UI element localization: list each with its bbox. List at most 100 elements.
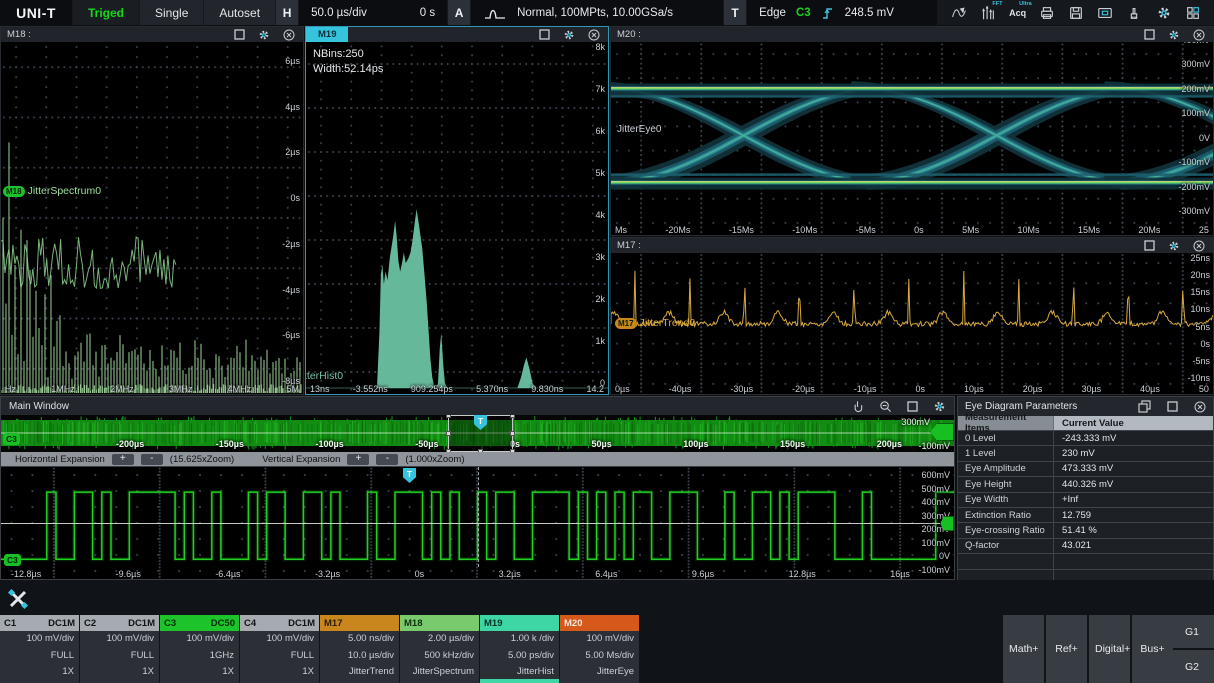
channel-card-header: C2 DC1M [80,615,159,631]
channel-scale: 2.00 µs/div [400,631,479,648]
panel-m18-title: M18 : [7,29,31,40]
channel-function: 1X [80,664,159,681]
channel-function: JitterEye [560,664,639,681]
add-function-button[interactable]: Math+ [1003,615,1044,683]
panel-m18-titlebar[interactable]: M18 : [1,27,303,42]
maximize-icon[interactable] [1144,240,1155,251]
channel-function: 1X [240,664,319,681]
maximize-icon[interactable] [234,29,245,40]
column-header: Measurement Items [958,416,1054,430]
channel-function: 1X [160,664,239,681]
x-tick-label: 200µs [877,439,902,449]
overview-y-bottom-label: -100mV [918,441,950,451]
eye-params-table: 0 Level -243.333 mV 1 Level 230 mV Eye A… [958,431,1213,585]
measurement-value [1054,554,1213,568]
channel-card[interactable]: M17 5.00 ns/div 10.0 µs/div JitterTrend [320,615,399,683]
screen-capture-icon[interactable] [1091,1,1119,24]
channel-card-header: C1 DC1M [0,615,79,631]
panel-m17-titlebar[interactable]: M17 : [611,238,1213,253]
m19-plot[interactable]: NBins:250 Width:52.14ps 8k7k6k5k4k3k2k1k… [306,42,608,394]
main-window-titlebar[interactable]: Main Window [1,397,954,415]
clear-icon[interactable] [1120,1,1148,24]
fft-icon[interactable]: FFT [974,1,1002,24]
v-expansion-minus-button[interactable]: - [376,454,398,465]
panel-m19-titlebar[interactable]: M19 [306,27,608,42]
gear-icon[interactable] [933,400,946,413]
channel-scale: 100 mV/div [0,631,79,648]
single-button[interactable]: Single [140,0,203,25]
channel-card-strip: C1 DC1M 100 mV/div FULL 1X C2 DC1M 100 m… [0,615,639,683]
autoset-button[interactable]: Autoset [204,0,275,25]
channel-card[interactable]: C2 DC1M 100 mV/div FULL 1X [80,615,159,683]
channel-id: C2 [84,618,96,629]
close-icon[interactable] [283,29,295,41]
h-expansion-plus-button[interactable]: + [112,454,134,465]
touch-icon[interactable] [851,400,864,413]
add-function-button[interactable]: Digital+ [1089,615,1130,683]
m18-plot[interactable]: 6µs4µs2µs0s-2µs-4µs-6µs-8µs Hz1MHz2MHz3M… [1,42,303,394]
channel-card[interactable]: M18 2.00 µs/div 500 kHz/div JitterSpectr… [400,615,479,683]
gear-icon[interactable] [1168,29,1180,41]
group-button[interactable]: G2 [1170,650,1214,683]
channel-card[interactable]: M20 100 mV/div 5.00 Ms/div JitterEye [560,615,639,683]
channel-card[interactable]: M19 1.00 k /div 5.00 ps/div JitterHist [480,615,559,683]
toolbar-icon-group: FFT UltraAcq [938,0,1214,25]
cascade-icon[interactable] [1138,400,1151,413]
channel-bandwidth: 5.00 ps/div [480,648,559,665]
close-icon[interactable] [1193,29,1205,41]
panel-m17: M17 : 25ns20ns15ns10ns5ns0s-5ns-10ns 0µs… [610,237,1214,395]
channel-id: M20 [564,618,582,629]
trigger-type: Edge [759,7,786,19]
panel-m19-tab[interactable]: M19 [306,27,348,42]
cursor-dashed-line[interactable] [478,467,479,567]
m17-plot[interactable]: 25ns20ns15ns10ns5ns0s-5ns-10ns 0µs-40µs-… [611,253,1213,394]
selection-handle[interactable] [446,431,451,436]
v-expansion-plus-button[interactable]: + [347,454,369,465]
trigger-settings-field[interactable]: Edge C3 248.5 mV [747,0,937,25]
save-icon[interactable] [1062,1,1090,24]
channel-coupling: DC1M [288,618,315,629]
trigger-key[interactable]: T [724,0,746,25]
trigger-status-button[interactable]: Triged [73,0,139,25]
channel-card-header: C3 DC50 [160,615,239,631]
settings-gear-icon[interactable] [1150,1,1178,24]
maximize-icon[interactable] [1144,29,1155,40]
group-button[interactable]: G1 [1170,615,1214,648]
gear-icon[interactable] [563,29,575,41]
selection-handle[interactable] [510,431,515,436]
auto-measure-icon[interactable] [945,1,973,24]
channel-card[interactable]: C4 DC1M 100 mV/div FULL 1X [240,615,319,683]
zoom-waveform-window[interactable]: T 600mV500mV400mV300mV200mV100mV0V-100mV… [0,466,955,580]
add-function-button[interactable]: Ref+ [1046,615,1087,683]
table-row: 0 Level -243.333 mV [958,431,1213,446]
horizontal-key[interactable]: H [276,0,298,25]
panel-m20-titlebar[interactable]: M20 : [611,27,1213,42]
gear-icon[interactable] [258,29,270,41]
selection-handle[interactable] [446,415,451,418]
acquire-settings-field[interactable]: Normal, 100MPts, 10.00GSa/s [471,0,723,25]
drawing-tools-icon[interactable] [5,586,31,612]
horizontal-settings-field[interactable]: 50.0 µs/div 0 s [299,0,447,25]
selection-handle[interactable] [510,415,515,418]
maximize-icon[interactable] [907,401,918,412]
maximize-icon[interactable] [539,29,550,40]
zoom-out-icon[interactable] [879,400,892,413]
close-icon[interactable] [1194,401,1206,413]
close-icon[interactable] [1193,240,1205,252]
add-function-button[interactable]: Bus+ [1132,615,1173,683]
close-icon[interactable] [588,29,600,41]
overview-strip[interactable]: -200µs-150µs-100µs-50µs0s50µs100µs150µs2… [1,415,954,452]
maximize-icon[interactable] [1167,401,1178,412]
window-layout-icon[interactable] [1179,1,1207,24]
brand-logo: UNI-T [0,0,72,25]
gear-icon[interactable] [1168,240,1180,252]
m20-plot[interactable]: 400mV300mV200mV100mV0V-100mV-200mV-300mV… [611,42,1213,235]
print-icon[interactable] [1033,1,1061,24]
x-tick-label: 150µs [780,439,805,449]
acquire-key[interactable]: A [448,0,470,25]
h-expansion-minus-button[interactable]: - [141,454,163,465]
channel-card[interactable]: C3 DC50 100 mV/div 1GHz 1X [160,615,239,683]
channel-card[interactable]: C1 DC1M 100 mV/div FULL 1X [0,615,79,683]
m19-waveform [306,42,608,394]
acq-mode-icon[interactable]: UltraAcq [1004,1,1032,24]
